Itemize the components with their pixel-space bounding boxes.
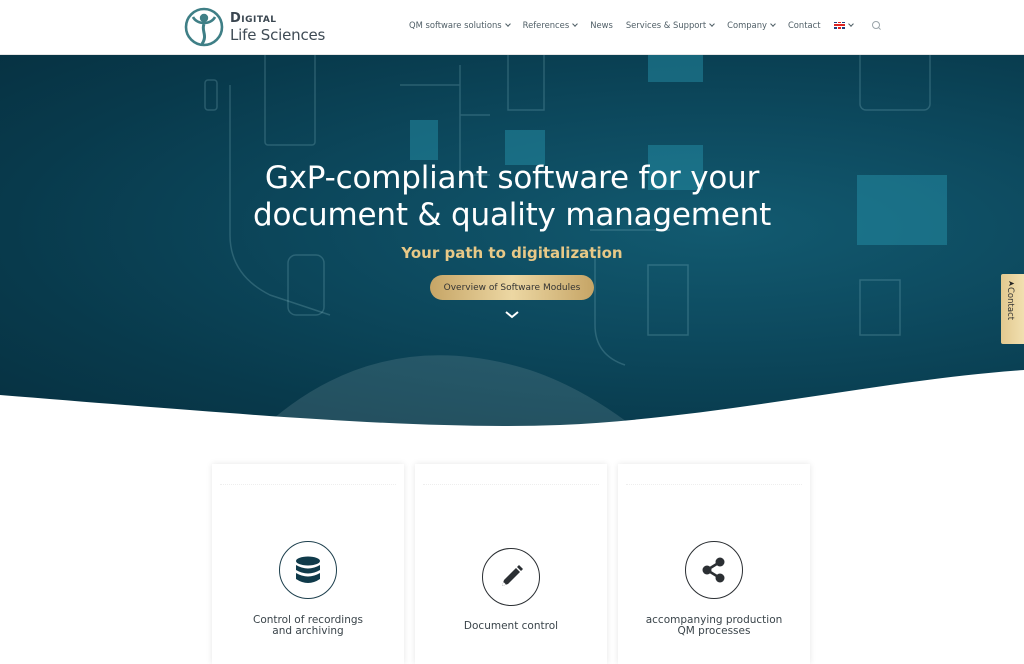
nav-item-qm-software[interactable]: QM software solutions (409, 20, 511, 30)
nav-label: Services & Support (625, 20, 707, 30)
uk-flag-icon (833, 21, 845, 29)
hero-wave-divider (0, 370, 1024, 440)
main-nav: QM software solutions References News Se… (409, 20, 881, 30)
pencil-icon (482, 548, 540, 606)
card-title: Control of recordings and archiving (212, 615, 404, 637)
feature-cards: Control of recordings and archiving Docu… (212, 464, 810, 664)
brand-line2: Life Sciences (230, 25, 326, 44)
hero-section: GxP-compliant software for your document… (0, 55, 1024, 440)
nav-label: Contact (787, 20, 821, 30)
nav-item-contact[interactable]: Contact (788, 20, 821, 30)
feature-card-document-control[interactable]: Document control (415, 464, 607, 664)
feature-card-recordings[interactable]: Control of recordings and archiving (212, 464, 404, 664)
chevron-down-icon (847, 20, 854, 27)
card-divider (220, 484, 396, 485)
card-title-line1: Document control (463, 620, 559, 632)
chevron-down-icon (572, 20, 579, 27)
hero-title-line1: GxP-compliant software for your (264, 160, 760, 196)
nav-label: News (590, 20, 613, 30)
hero-title: GxP-compliant software for your document… (0, 160, 1024, 234)
nav-item-services[interactable]: Services & Support (625, 20, 715, 30)
hero-title-line2: document & quality management (252, 197, 772, 233)
chevron-down-icon (770, 20, 776, 27)
card-title: Document control (415, 621, 607, 632)
card-title-line2: and archiving (272, 625, 344, 637)
chevron-down-icon[interactable] (505, 311, 519, 319)
hero-subtitle: Your path to digitalization (401, 244, 623, 262)
nav-label: Company (727, 20, 767, 30)
logo-figure-icon (184, 7, 224, 47)
chevron-down-icon (709, 20, 715, 27)
share-icon (685, 541, 743, 599)
nav-label: QM software solutions (409, 20, 502, 30)
card-title-line2: QM processes (677, 625, 751, 637)
card-title: accompanying production QM processes (618, 615, 810, 637)
database-icon (279, 541, 337, 599)
search-icon[interactable] (871, 20, 881, 30)
nav-label: References (522, 20, 570, 30)
nav-item-company[interactable]: Company (727, 20, 776, 30)
feature-card-production-qm[interactable]: accompanying production QM processes (618, 464, 810, 664)
nav-item-references[interactable]: References (522, 20, 579, 30)
language-selector[interactable] (833, 20, 854, 29)
card-divider (626, 484, 802, 485)
brand-line1: Digital (230, 10, 277, 26)
site-header: Digital Life Sciences QM software soluti… (0, 0, 1024, 55)
contact-tab-label: Contact (1005, 287, 1015, 321)
software-modules-button[interactable]: Overview of Software Modules (430, 275, 594, 300)
chevron-down-icon (504, 20, 511, 27)
card-divider (423, 484, 599, 485)
contact-side-tab[interactable]: ➤ Contact (1001, 274, 1024, 344)
logo[interactable]: Digital Life Sciences (184, 7, 325, 47)
nav-item-news[interactable]: News (590, 20, 613, 30)
